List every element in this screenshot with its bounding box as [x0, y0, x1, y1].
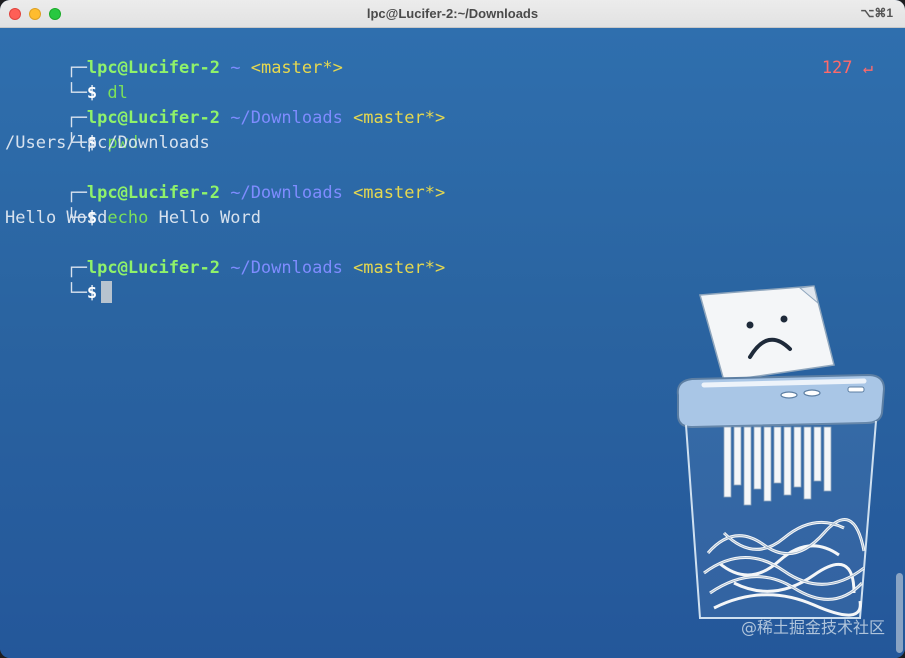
prompt-line: ┌─lpc@Lucifer-2 ~/Downloads <master*> — [5, 231, 445, 278]
terminal-content[interactable]: ┌─lpc@Lucifer-2 ~ <master*> └─$ dl 127 ↵… — [0, 28, 905, 658]
prompt-line: ┌─lpc@Lucifer-2 ~ <master*> — [5, 31, 342, 78]
output-line: Hello Word — [5, 208, 108, 228]
command-line: └─$ echo Hello Word — [5, 181, 261, 228]
command-name: echo — [107, 208, 149, 228]
prompt-corner: └─ — [66, 283, 87, 303]
sad-paper-shredder-icon — [676, 285, 886, 619]
command-args: Hello Word — [148, 208, 261, 228]
prompt-dollar: $ — [86, 283, 98, 303]
title-bar[interactable]: lpc@Lucifer-2:~/Downloads ⌥⌘1 — [0, 0, 905, 28]
text-cursor[interactable] — [101, 281, 113, 303]
prompt-line: ┌─lpc@Lucifer-2 ~/Downloads <master*> — [5, 81, 445, 128]
prompt-line: ┌─lpc@Lucifer-2 ~/Downloads <master*> — [5, 156, 445, 203]
prompt-branch: <master*> — [353, 258, 446, 278]
prompt-path: ~/Downloads — [230, 108, 343, 128]
return-code: 127 ↵ — [821, 58, 873, 78]
prompt-path: ~ — [230, 58, 241, 78]
prompt-path: ~/Downloads — [230, 258, 343, 278]
command-line: └─$ dl — [5, 56, 127, 103]
window-title: lpc@Lucifer-2:~/Downloads — [366, 6, 539, 21]
watermark: @稀土掘金技术社区 — [740, 618, 885, 637]
prompt-branch: <master*> — [353, 108, 446, 128]
output-line: /Users/lpc/Downloads — [5, 133, 210, 153]
prompt-branch: <master*> — [250, 58, 343, 78]
prompt-branch: <master*> — [353, 183, 446, 203]
active-command-line[interactable]: └─$ — [5, 256, 113, 303]
window-shortcut: ⌥⌘1 — [860, 6, 893, 20]
vertical-scrollbar[interactable] — [896, 573, 903, 653]
terminal-window: lpc@Lucifer-2:~/Downloads ⌥⌘1 ┌─lpc@Luci… — [0, 0, 905, 658]
command-line: └─$ pwd — [5, 106, 138, 153]
